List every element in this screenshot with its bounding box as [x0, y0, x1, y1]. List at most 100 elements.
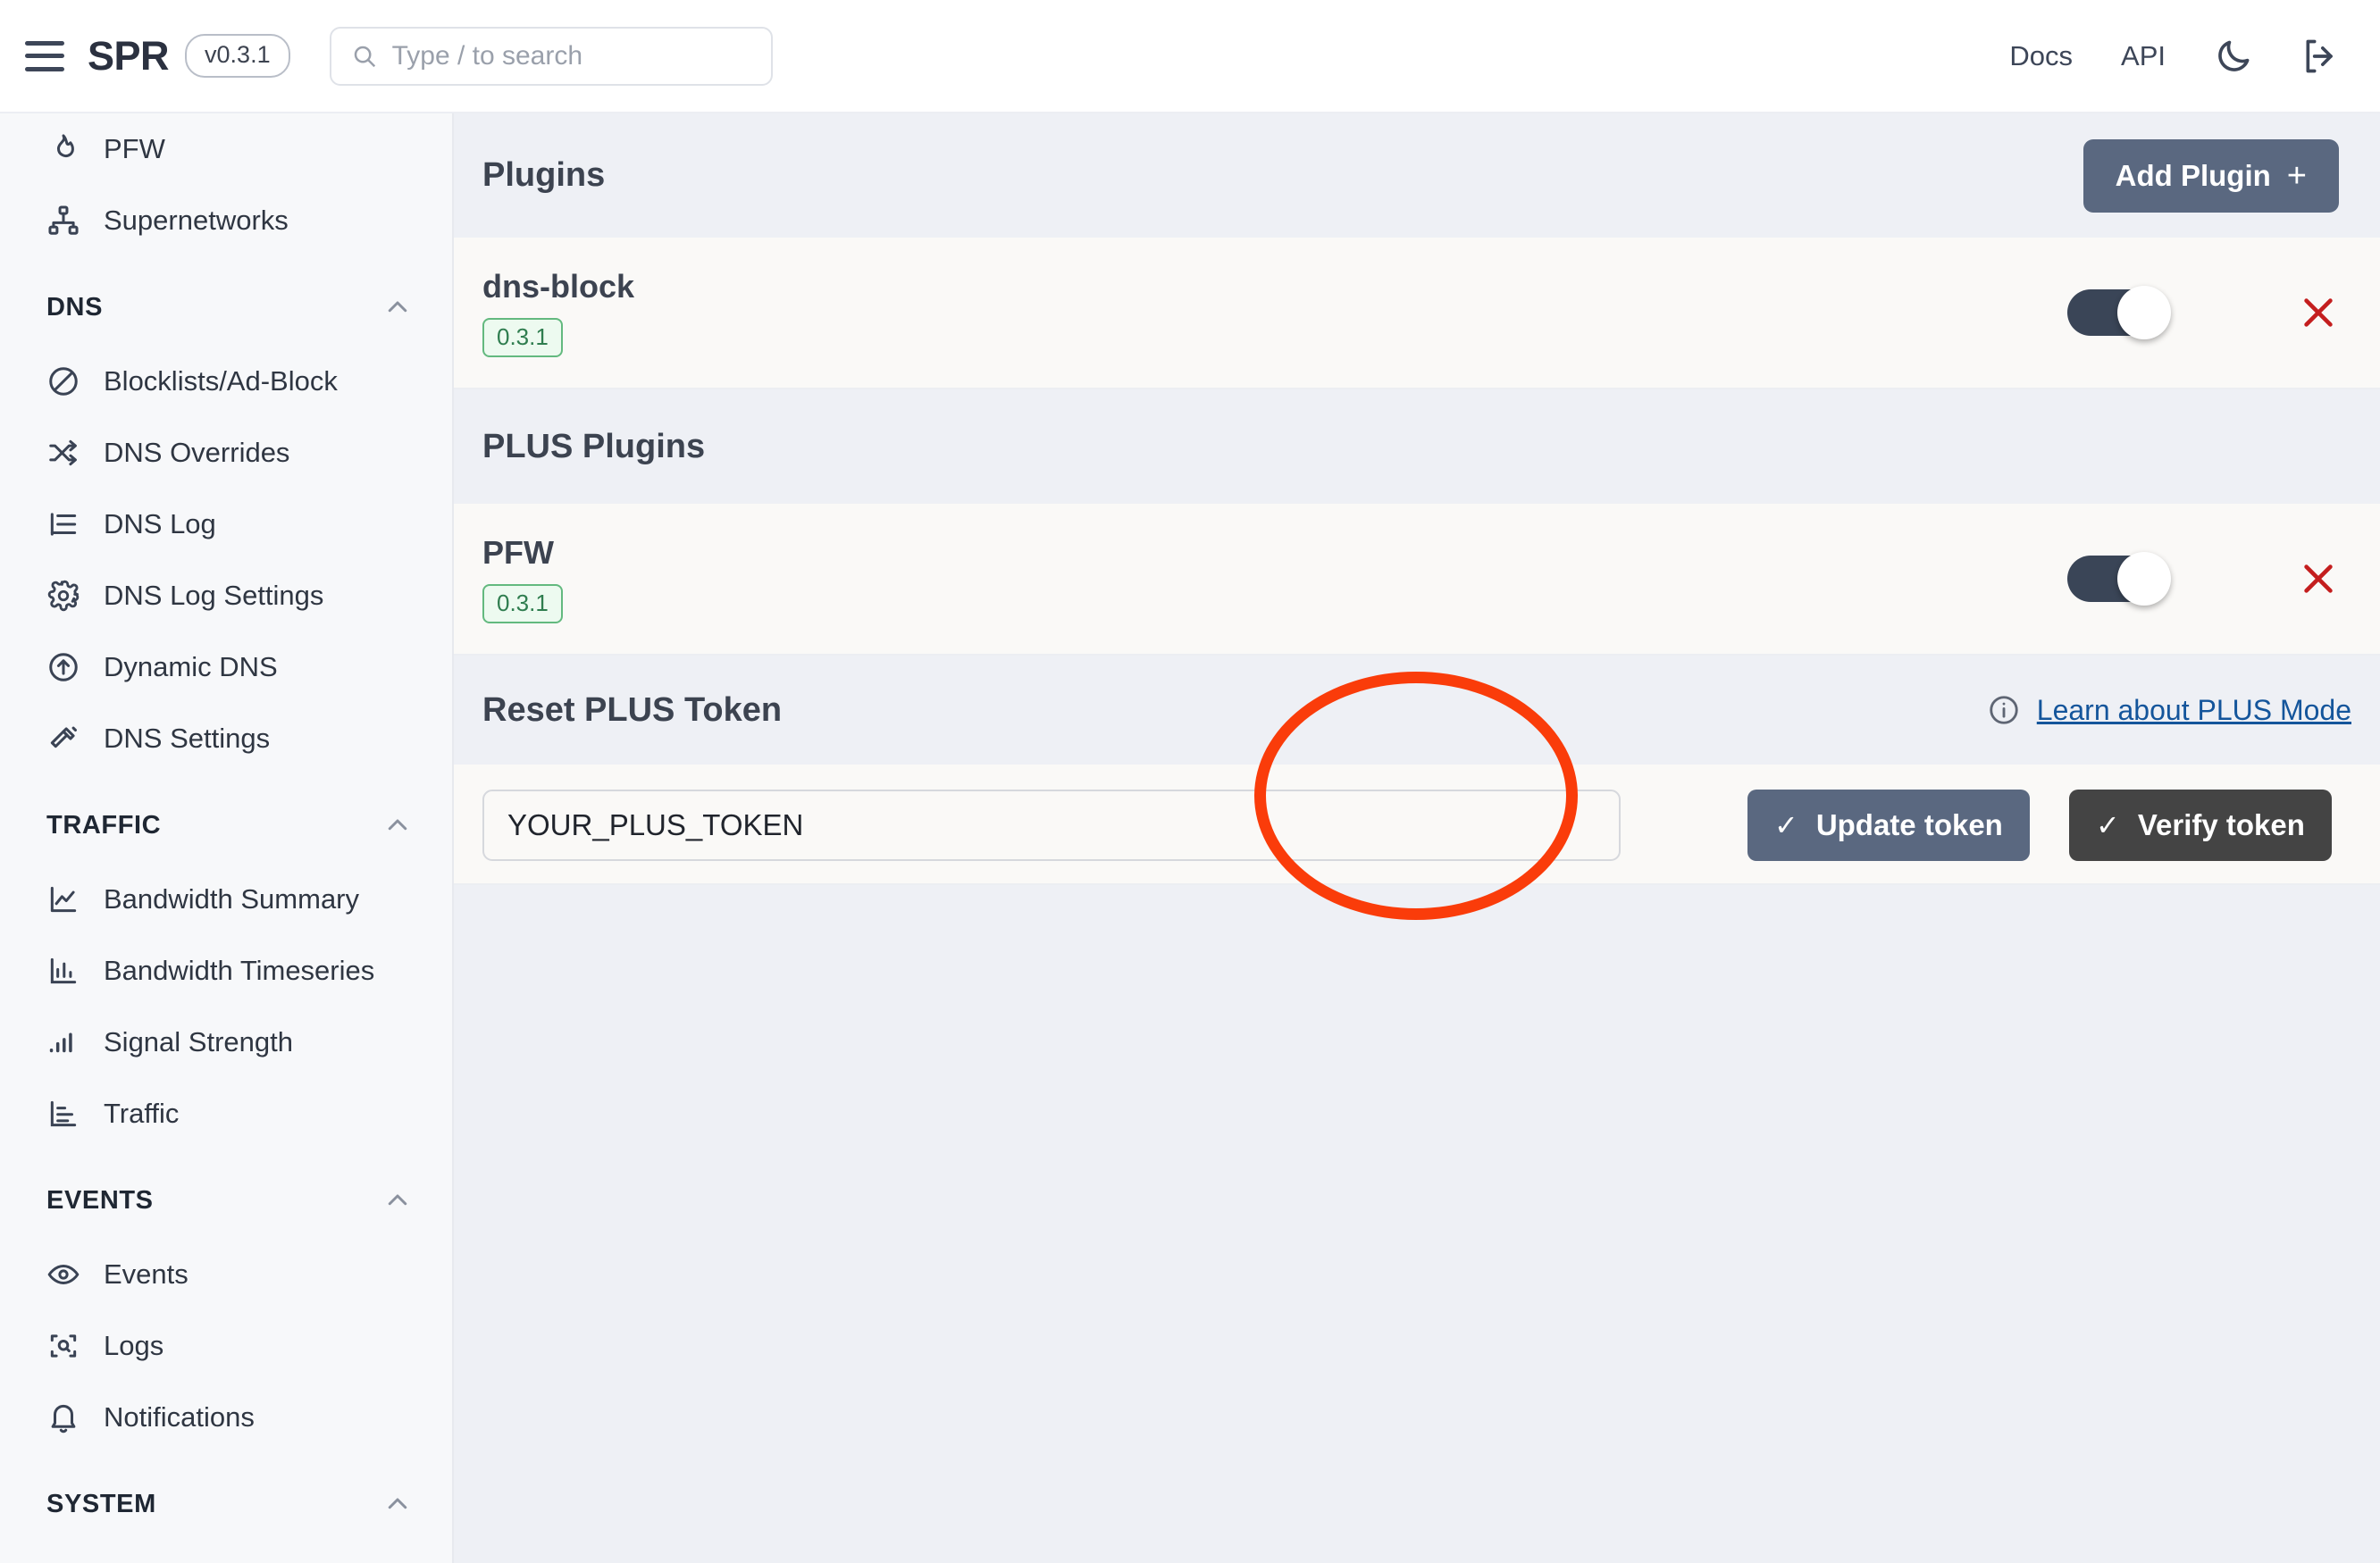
- docs-link[interactable]: Docs: [2009, 40, 2073, 72]
- brand-logo: SPR: [88, 32, 170, 79]
- sidebar-item-dns-log-settings[interactable]: DNS Log Settings: [0, 560, 452, 631]
- list-log-icon: [50, 513, 77, 536]
- sidebar-item-label: Events: [104, 1258, 189, 1290]
- sidebar-item-dns-settings[interactable]: DNS Settings: [0, 703, 452, 774]
- sidebar-item-logs[interactable]: Logs: [0, 1310, 452, 1382]
- sidebar-item-bandwidth-summary[interactable]: Bandwidth Summary: [0, 864, 452, 935]
- plugin-name: dns-block: [482, 268, 635, 305]
- moon-icon[interactable]: [2214, 37, 2253, 76]
- plus-plugins-section-header: PLUS Plugins: [454, 389, 2380, 504]
- sidebar-section-label: EVENTS: [46, 1185, 154, 1215]
- api-link[interactable]: API: [2121, 40, 2166, 72]
- gear-icon: [47, 580, 80, 612]
- sidebar-item-blocklists[interactable]: Blocklists/Ad-Block: [0, 346, 452, 417]
- sidebar-item-label: DNS Log Settings: [104, 580, 324, 611]
- page-title: Plugins: [482, 156, 606, 194]
- search-input-placeholder: Type / to search: [391, 40, 583, 71]
- sidebar[interactable]: PFW Supernetworks DNS Blocklists/Ad-Bloc…: [0, 113, 454, 1563]
- verify-token-label: Verify token: [2137, 808, 2305, 841]
- sidebar-item-label: Signal Strength: [104, 1026, 293, 1057]
- app-header: SPR v0.3.1 Type / to search Docs API: [0, 0, 2380, 113]
- sidebar-item-label: Dynamic DNS: [104, 651, 278, 682]
- check-icon: ✓: [2096, 809, 2120, 841]
- chevron-up-icon[interactable]: [384, 294, 411, 321]
- sidebar-item-traffic[interactable]: Traffic: [0, 1078, 452, 1149]
- close-x-icon[interactable]: [2298, 558, 2339, 599]
- logout-icon[interactable]: [2301, 37, 2341, 76]
- sidebar-section-traffic[interactable]: TRAFFIC: [0, 787, 452, 864]
- hammer-icon: [50, 726, 77, 748]
- sidebar-section-label: DNS: [46, 292, 104, 322]
- plus-plugins-title: PLUS Plugins: [482, 427, 706, 465]
- chevron-up-icon[interactable]: [384, 1187, 411, 1214]
- info-circle-icon: [1990, 696, 2018, 724]
- sidebar-item-label: PFW: [104, 133, 165, 164]
- sidebar-item-label: DNS Settings: [104, 723, 271, 754]
- sidebar-item-label: Bandwidth Timeseries: [104, 955, 375, 986]
- plugin-enable-toggle[interactable]: [2067, 552, 2171, 606]
- plugin-row: dns-block 0.3.1: [454, 238, 2380, 389]
- plugin-name: PFW: [482, 534, 554, 571]
- sidebar-item-dns-overrides[interactable]: DNS Overrides: [0, 417, 452, 489]
- sidebar-section-events[interactable]: EVENTS: [0, 1162, 452, 1239]
- bell-icon: [51, 1404, 76, 1433]
- plugin-version-badge: 0.3.1: [482, 584, 563, 623]
- toggle-knob: [2117, 286, 2171, 339]
- sidebar-item-label: DNS Log: [104, 508, 216, 539]
- sidebar-item-label: Bandwidth Summary: [104, 883, 360, 915]
- chevron-up-icon[interactable]: [384, 812, 411, 839]
- plugins-section-header: Plugins Add Plugin +: [454, 113, 2380, 238]
- line-chart-icon: [50, 886, 77, 913]
- shuffle-icon: [49, 439, 77, 466]
- sidebar-item-label: Blocklists/Ad-Block: [104, 365, 338, 397]
- sidebar-section-dns[interactable]: DNS: [0, 269, 452, 346]
- plugin-enable-toggle[interactable]: [2067, 286, 2171, 339]
- plugin-version-badge: 0.3.1: [482, 318, 563, 357]
- sidebar-section-label: SYSTEM: [46, 1489, 156, 1518]
- sidebar-item-dns-log[interactable]: DNS Log: [0, 489, 452, 560]
- sidebar-item-label: Supernetworks: [104, 205, 289, 236]
- chevron-up-icon[interactable]: [384, 1491, 411, 1517]
- learn-link-group: Learn about PLUS Mode: [1987, 693, 2351, 727]
- search-icon: [354, 46, 375, 67]
- search-field[interactable]: Type / to search: [329, 26, 773, 86]
- sidebar-item-signal-strength[interactable]: Signal Strength: [0, 1007, 452, 1078]
- reset-token-section-header: Reset PLUS Token Learn about PLUS Mode: [454, 656, 2380, 765]
- sidebar-item-bandwidth-timeseries[interactable]: Bandwidth Timeseries: [0, 935, 452, 1007]
- sidebar-item-label: Logs: [104, 1330, 164, 1361]
- sidebar-item-pfw[interactable]: PFW: [0, 113, 452, 185]
- hamburger-icon[interactable]: [25, 40, 64, 71]
- arrow-up-circle-icon: [49, 653, 78, 681]
- sidebar-item-label: Traffic: [104, 1098, 180, 1129]
- sidebar-item-label: Notifications: [104, 1401, 255, 1433]
- plugin-info: PFW 0.3.1: [482, 534, 563, 623]
- add-plugin-button[interactable]: Add Plugin +: [2082, 138, 2339, 213]
- bar-chart-icon: [50, 957, 77, 984]
- signal-bars-icon: [49, 1032, 72, 1053]
- main-content: Plugins Add Plugin + dns-block 0.3.1 PLU…: [454, 113, 2380, 1563]
- sidebar-item-events[interactable]: Events: [0, 1239, 452, 1310]
- ban-icon: [49, 367, 78, 396]
- update-token-button[interactable]: ✓ Update token: [1747, 790, 2030, 861]
- plugin-info: dns-block 0.3.1: [482, 268, 634, 357]
- sidebar-item-notifications[interactable]: Notifications: [0, 1382, 452, 1453]
- verify-token-button[interactable]: ✓ Verify token: [2069, 790, 2332, 861]
- header-actions: Docs API: [2009, 37, 2341, 76]
- reset-token-title: Reset PLUS Token: [482, 690, 783, 729]
- plus-token-input[interactable]: [482, 790, 1621, 861]
- sidebar-item-system-info[interactable]: System Info: [0, 1542, 452, 1563]
- learn-about-plus-mode-link[interactable]: Learn about PLUS Mode: [2037, 694, 2351, 727]
- update-token-label: Update token: [1815, 808, 2003, 841]
- sidebar-section-label: TRAFFIC: [46, 810, 162, 840]
- reset-token-row: ✓ Update token ✓ Verify token: [454, 765, 2380, 885]
- sidebar-section-system[interactable]: SYSTEM: [0, 1466, 452, 1542]
- sidebar-item-label: DNS Overrides: [104, 437, 290, 468]
- sidebar-item-dynamic-dns[interactable]: Dynamic DNS: [0, 631, 452, 703]
- scan-search-icon: [50, 1334, 77, 1358]
- close-x-icon[interactable]: [2298, 292, 2339, 333]
- horizontal-bars-icon: [50, 1100, 77, 1127]
- toggle-knob: [2117, 552, 2171, 606]
- sidebar-item-supernetworks[interactable]: Supernetworks: [0, 185, 452, 256]
- plugin-row: PFW 0.3.1: [454, 504, 2380, 656]
- eye-icon: [47, 1264, 80, 1285]
